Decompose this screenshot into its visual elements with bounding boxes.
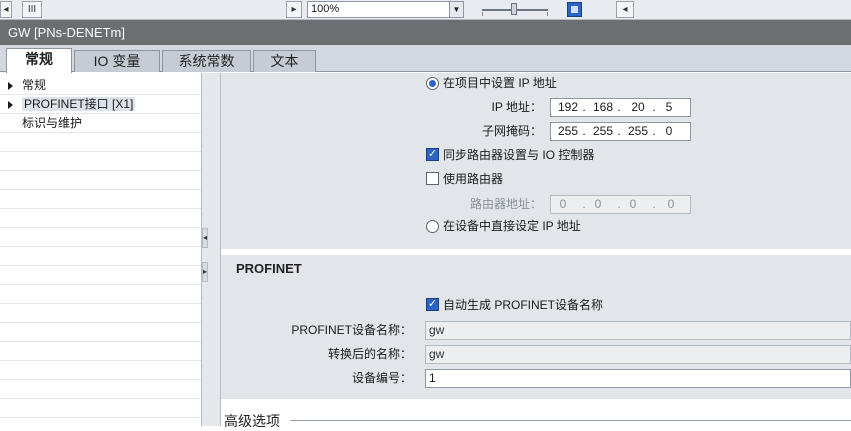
tab-general[interactable]: 常规 (6, 48, 72, 73)
tab-texts[interactable]: 文本 (253, 50, 316, 72)
tree-item-label: 常规 (22, 78, 47, 92)
scroll-right-button[interactable]: ▸ (286, 1, 302, 18)
tree-row-empty (0, 209, 201, 228)
zoom-select[interactable]: 100% ▼ (307, 1, 464, 18)
router-octet-4: 0 (667, 197, 675, 211)
tree-row-empty (0, 266, 201, 285)
tree-item-identification[interactable]: 标识与维护 (0, 114, 201, 133)
tree-row-empty (0, 323, 201, 342)
ip-separator: . (582, 124, 586, 138)
sync-router-label: 同步路由器设置与 IO 控制器 (443, 148, 595, 162)
router-octet-3: 0 (629, 197, 637, 211)
zoom-slider-thumb[interactable] (511, 3, 517, 15)
tree-row-empty (0, 380, 201, 399)
tree-row-empty (0, 399, 201, 418)
ip-separator: . (617, 100, 621, 114)
set-ip-on-device-radio[interactable] (426, 220, 439, 233)
pane-splitter[interactable] (201, 73, 221, 426)
scroll-left-button[interactable]: ◂ (0, 1, 12, 18)
router-octet-2: 0 (594, 197, 602, 211)
nav-tree: 常规 PROFINET接口 [X1] 标识与维护 (0, 73, 201, 426)
use-router-checkbox[interactable] (426, 172, 439, 185)
expand-arrow-icon[interactable] (8, 82, 13, 90)
tree-item-label: 标识与维护 (22, 116, 83, 130)
tree-row-empty (0, 228, 201, 247)
zoom-value: 100% (311, 3, 340, 15)
window-title: GW [PNs-DENETm] (0, 20, 851, 45)
tree-row-empty (0, 133, 201, 152)
ip-separator: . (617, 124, 621, 138)
collapse-left-button[interactable]: ◂ (202, 228, 208, 248)
ip-address-field[interactable]: 192 . 168 . 20 . 5 (550, 98, 691, 117)
router-address-label: 路由器地址： (469, 197, 542, 211)
ip-address-label: IP 地址： (491, 100, 542, 114)
subnet-octet-4[interactable]: 0 (657, 123, 681, 140)
section-divider (290, 420, 851, 421)
nav-left-button[interactable]: ◂ (616, 1, 634, 18)
tab-system-constants[interactable]: 系统常数 (162, 50, 251, 72)
subnet-octet-1[interactable]: 255 (556, 123, 580, 140)
device-number-field[interactable]: 1 (425, 369, 851, 388)
tree-row-empty (0, 361, 201, 380)
ip-octet-4[interactable]: 5 (657, 99, 681, 116)
subnet-octet-2[interactable]: 255 (591, 123, 615, 140)
chevron-down-icon[interactable]: ▼ (449, 2, 463, 17)
converted-name-field: gw (425, 345, 851, 364)
converted-name-label: 转换后的名称： (327, 347, 412, 361)
tree-row-empty (0, 285, 201, 304)
router-octet-1: 0 (559, 197, 567, 211)
expand-right-button[interactable]: ▸ (202, 262, 208, 282)
tree-item-general[interactable]: 常规 (0, 76, 201, 95)
sync-router-checkbox[interactable]: ✓ (426, 148, 439, 161)
subnet-mask-field[interactable]: 255 . 255 . 255 . 0 (550, 122, 691, 141)
set-ip-in-project-label: 在项目中设置 IP 地址 (443, 76, 557, 90)
advanced-options-heading[interactable]: 高级选项 (224, 411, 280, 431)
tab-bar: 常规 IO 变量 系统常数 文本 (0, 45, 851, 73)
use-router-label: 使用路由器 (443, 172, 504, 186)
tree-row-empty (0, 152, 201, 171)
zoom-fit-icon[interactable] (567, 2, 582, 17)
ip-octet-2[interactable]: 168 (591, 99, 615, 116)
expand-arrow-icon[interactable] (8, 101, 13, 109)
ip-separator: . (652, 197, 656, 211)
toolbar: ◂ III ▸ 100% ▼ ◂ (0, 0, 851, 20)
tree-row-empty (0, 342, 201, 361)
auto-name-checkbox[interactable]: ✓ (426, 298, 439, 311)
subnet-mask-label: 子网掩码： (481, 124, 542, 138)
router-address-field: 0 . 0 . 0 . 0 (550, 195, 691, 214)
device-number-label: 设备编号： (351, 371, 412, 385)
tree-row-empty (0, 190, 201, 209)
ip-separator: . (582, 100, 586, 114)
ip-octet-3[interactable]: 20 (626, 99, 650, 116)
scroll-thumb[interactable]: III (22, 1, 42, 18)
tree-item-profinet-interface[interactable]: PROFINET接口 [X1] (0, 95, 201, 114)
tree-row-empty (0, 304, 201, 323)
tree-row-empty (0, 247, 201, 266)
auto-name-label: 自动生成 PROFINET设备名称 (443, 298, 604, 312)
ip-octet-1[interactable]: 192 (556, 99, 580, 116)
tree-item-label: PROFINET接口 [X1] (22, 97, 136, 111)
set-ip-in-project-radio[interactable] (426, 77, 439, 90)
set-ip-on-device-label: 在设备中直接设定 IP 地址 (443, 219, 581, 233)
profinet-section-title: PROFINET (236, 261, 302, 276)
tab-io-tags[interactable]: IO 变量 (74, 50, 160, 72)
device-name-field[interactable]: gw (425, 321, 851, 340)
tree-row-empty (0, 171, 201, 190)
subnet-octet-3[interactable]: 255 (626, 123, 650, 140)
device-name-label: PROFINET设备名称： (291, 323, 412, 337)
